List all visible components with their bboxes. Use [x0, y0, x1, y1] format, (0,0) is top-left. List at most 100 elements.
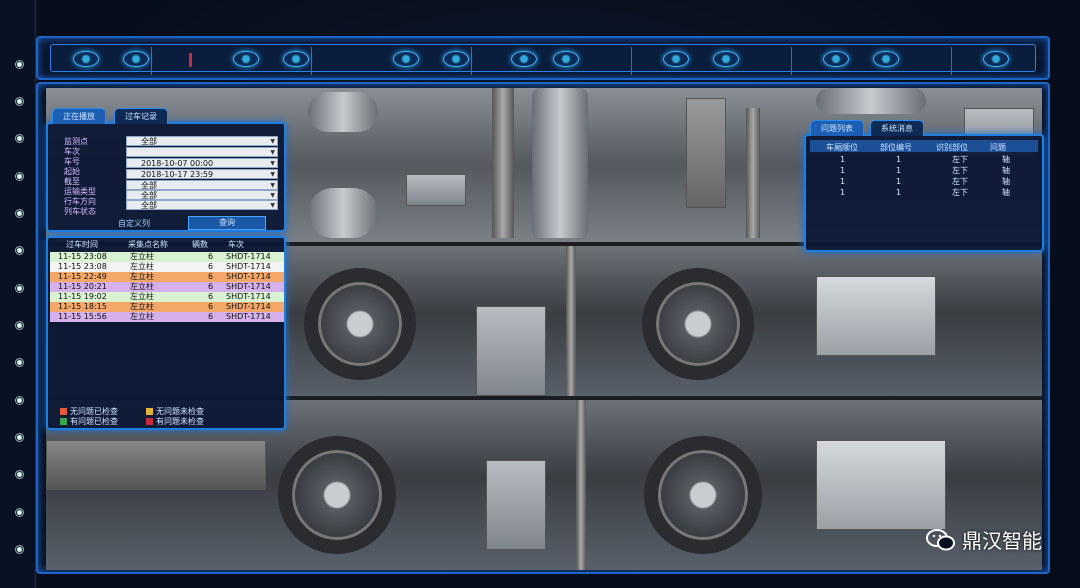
column-header-part-id[interactable]: 部位编号 [880, 142, 912, 153]
position-marker [189, 53, 192, 67]
wheel-thumb-icon[interactable] [73, 51, 99, 67]
query-button[interactable]: 查询 [188, 216, 266, 230]
issue-row[interactable]: 1 1 左下 轴 [810, 165, 1038, 176]
issue-cell: 左下 [952, 188, 968, 197]
issue-cell: 1 [896, 177, 902, 186]
rail-button-5[interactable] [15, 209, 24, 218]
wheel-thumb-icon[interactable] [283, 51, 309, 67]
custom-columns-link[interactable]: 自定义列 [118, 218, 150, 229]
cell-train: SHDT-1714 [226, 272, 271, 281]
issue-cell: 1 [896, 155, 902, 164]
issue-cell: 轴 [1002, 155, 1010, 164]
train-number-input[interactable]: ▼ [126, 147, 278, 157]
chevron-down-icon: ▼ [270, 138, 275, 145]
wheel-thumb-icon[interactable] [443, 51, 469, 67]
cell-train: SHDT-1714 [226, 252, 271, 261]
cell-time: 11-15 15:56 [58, 312, 107, 321]
table-row[interactable]: 11-15 23:08 左立柱 6 SHDT-1714 [50, 262, 284, 272]
divider [311, 47, 312, 75]
table-row[interactable]: 11-15 15:56 左立柱 6 SHDT-1714 [50, 312, 284, 322]
brand-name: 鼎汉智能 [962, 529, 1042, 553]
column-header-part[interactable]: 识别部位 [936, 142, 968, 153]
start-time-select[interactable]: 2018-10-07 00:00 ▼ [126, 158, 278, 168]
legend-swatch [60, 408, 67, 415]
wheel-thumb-icon[interactable] [553, 51, 579, 67]
tab-pass-records[interactable]: 过车记录 [114, 108, 168, 124]
wheel-thumb-icon[interactable] [233, 51, 259, 67]
issue-row[interactable]: 1 1 左下 轴 [810, 176, 1038, 187]
rail-button-6[interactable] [15, 246, 24, 255]
cell-site: 左立柱 [130, 272, 154, 281]
rail-button-11[interactable] [15, 433, 24, 442]
tab-now-playing[interactable]: 正在播放 [52, 108, 106, 124]
select-value: 2018-10-17 23:59 [141, 170, 214, 179]
column-header-time[interactable]: 过车时间 [66, 239, 98, 250]
app-root: 正在播放 过车记录 监测点 全部 ▼ 车次 ▼ 车号 2018-10-07 00:… [0, 0, 1080, 588]
transport-type-select[interactable]: 全部 ▼ [126, 190, 278, 200]
table-row[interactable]: 11-15 20:21 左立柱 6 SHDT-1714 [50, 282, 284, 292]
end-time-select[interactable]: 2018-10-17 23:59 ▼ [126, 169, 278, 179]
train-thumbnail-strip[interactable] [36, 36, 1050, 80]
brand-watermark: 鼎汉智能 [926, 525, 1042, 554]
site-select[interactable]: 全部 ▼ [126, 136, 278, 146]
chevron-down-icon: ▼ [270, 202, 275, 209]
divider [631, 47, 632, 75]
column-header-count[interactable]: 辆数 [192, 239, 208, 250]
chevron-down-icon: ▼ [270, 149, 275, 156]
table-row[interactable]: 11-15 19:02 左立柱 6 SHDT-1714 [50, 292, 284, 302]
legend-swatch [60, 418, 67, 425]
tab-system-messages[interactable]: 系统消息 [870, 120, 924, 136]
issue-cell: 左下 [952, 177, 968, 186]
rail-button-12[interactable] [15, 470, 24, 479]
column-header-site[interactable]: 采集点名称 [128, 239, 168, 250]
table-row[interactable]: 11-15 22:49 左立柱 6 SHDT-1714 [50, 272, 284, 282]
column-header-issue[interactable]: 问题 [990, 142, 1006, 153]
thumbnail-track [50, 44, 1036, 75]
issue-row[interactable]: 1 1 左下 轴 [810, 154, 1038, 165]
rail-button-9[interactable] [15, 358, 24, 367]
legend-label: 有问题未检查 [156, 417, 204, 426]
legend-label: 有问题已检查 [70, 417, 118, 426]
rail-button-2[interactable] [15, 97, 24, 106]
cell-site: 左立柱 [130, 262, 154, 271]
cell-train: SHDT-1714 [226, 302, 271, 311]
direction-select[interactable]: 全部 ▼ [126, 200, 278, 210]
issue-cell: 轴 [1002, 177, 1010, 186]
cell-site: 左立柱 [130, 312, 154, 321]
issue-row[interactable]: 1 1 左下 轴 [810, 187, 1038, 198]
rail-button-10[interactable] [15, 396, 24, 405]
rail-button-3[interactable] [15, 134, 24, 143]
cell-train: SHDT-1714 [226, 292, 271, 301]
rail-button-4[interactable] [15, 172, 24, 181]
table-row[interactable]: 11-15 23:08 左立柱 6 SHDT-1714 [50, 252, 284, 262]
wheel-thumb-icon[interactable] [511, 51, 537, 67]
cell-count: 6 [208, 262, 214, 271]
rail-button-7[interactable] [15, 284, 24, 293]
column-header-car-order[interactable]: 车厢顺位 [826, 142, 858, 153]
rail-button-8[interactable] [15, 321, 24, 330]
cell-time: 11-15 20:21 [58, 282, 107, 291]
wheel-thumb-icon[interactable] [823, 51, 849, 67]
issue-cell: 轴 [1002, 166, 1010, 175]
cell-site: 左立柱 [130, 292, 154, 301]
wheel-thumb-icon[interactable] [983, 51, 1009, 67]
tab-issue-list[interactable]: 问题列表 [810, 120, 864, 136]
filter-label: 列车状态 [64, 207, 96, 216]
rail-button-1[interactable] [15, 60, 24, 69]
wheel-thumb-icon[interactable] [663, 51, 689, 67]
deadline-select[interactable]: 全部 ▼ [126, 180, 278, 190]
wheel-thumb-icon[interactable] [873, 51, 899, 67]
issue-cell: 1 [840, 188, 846, 197]
rail-button-13[interactable] [15, 508, 24, 517]
table-row[interactable]: 11-15 18:15 左立柱 6 SHDT-1714 [50, 302, 284, 312]
query-panel: 正在播放 过车记录 监测点 全部 ▼ 车次 ▼ 车号 2018-10-07 00:… [46, 108, 286, 232]
wheel-thumb-icon[interactable] [393, 51, 419, 67]
cell-train: SHDT-1714 [226, 262, 271, 271]
issues-panel: 问题列表 系统消息 车厢顺位 部位编号 识别部位 问题 1 1 左下轴 1 1 左下轴 1 1… [804, 120, 1044, 252]
divider [791, 47, 792, 75]
cell-count: 6 [208, 272, 214, 281]
column-header-train[interactable]: 车次 [228, 239, 244, 250]
wheel-thumb-icon[interactable] [713, 51, 739, 67]
wheel-thumb-icon[interactable] [123, 51, 149, 67]
rail-button-14[interactable] [15, 545, 24, 554]
